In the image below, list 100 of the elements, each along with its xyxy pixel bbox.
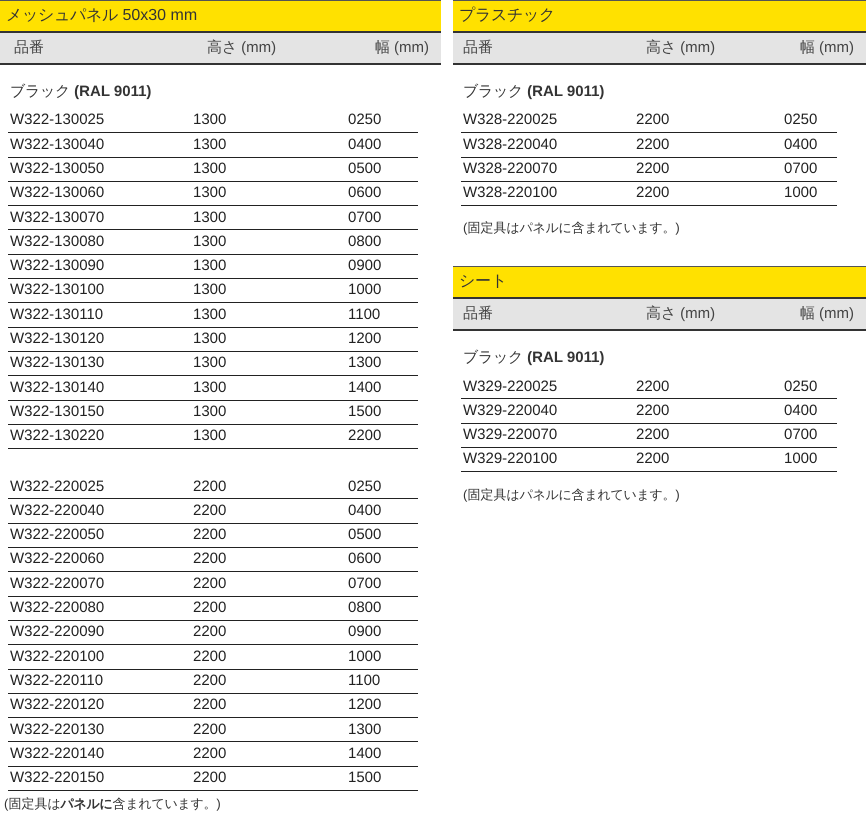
table-cell-text: W329-220070 bbox=[462, 425, 558, 446]
table-cell-text: W328-220025 bbox=[462, 110, 558, 130]
table-cell-text: 1000 bbox=[784, 183, 818, 204]
column-header: 幅 (mm) bbox=[374, 38, 430, 58]
table-cell-text: 1200 bbox=[348, 329, 382, 350]
table-cell-text: 0900 bbox=[348, 256, 382, 276]
table-cell-text: 2200 bbox=[193, 744, 228, 764]
table-cell-text: W322-130100 bbox=[9, 280, 106, 300]
section-title-bar: シート bbox=[453, 266, 866, 300]
table-cell-text: W322-220100 bbox=[9, 646, 106, 667]
table-cell-text: 1300 bbox=[193, 378, 228, 398]
table-cell-text: W328-220070 bbox=[462, 158, 558, 179]
table-cell-text: W322-220040 bbox=[9, 500, 106, 521]
table-cell-text: W322-220150 bbox=[9, 768, 106, 788]
table-cell-text: W328-220040 bbox=[462, 134, 558, 155]
column-header: 品番 bbox=[14, 38, 45, 58]
table-cell-text: 0400 bbox=[348, 134, 382, 155]
table-cell-text: 2200 bbox=[193, 646, 228, 667]
table-cell-text: 0800 bbox=[348, 232, 382, 252]
table-cell-text: 1300 bbox=[193, 329, 228, 350]
table-cell-text: 1300 bbox=[193, 158, 228, 179]
table-cell-text: 1300 bbox=[193, 208, 228, 228]
note-text: (固定具はパネルに含まれています。) bbox=[463, 486, 680, 504]
table-cell-text: 1100 bbox=[348, 304, 382, 325]
table-cell-text: 1300 bbox=[348, 720, 382, 740]
table-cell-text: 1400 bbox=[348, 744, 382, 764]
table-cell-text: W322-130120 bbox=[9, 329, 106, 350]
table-cell-text: 0250 bbox=[784, 110, 818, 130]
table-cell-text: 1200 bbox=[348, 695, 382, 716]
column-header: 品番 bbox=[463, 38, 494, 58]
table-cell-text: 2200 bbox=[636, 183, 670, 204]
table-cell-text: W322-130060 bbox=[9, 183, 106, 204]
table-cell-text: 1300 bbox=[193, 426, 228, 446]
table-cell-text: 1100 bbox=[348, 670, 382, 691]
table-cell-text: 2200 bbox=[193, 720, 228, 740]
table-cell-text: W329-220025 bbox=[462, 376, 558, 397]
table-cell-text: W322-220120 bbox=[9, 695, 106, 716]
table-cell-text: 0500 bbox=[348, 525, 382, 546]
table-cell-text: 2200 bbox=[193, 622, 228, 642]
table-cell-text: 1000 bbox=[348, 646, 382, 667]
table-cell-text: W322-130080 bbox=[9, 232, 106, 252]
color-label: ブラック (RAL 9011) bbox=[463, 82, 604, 102]
table-cell-text: 1300 bbox=[193, 353, 228, 374]
table-cell-text: W322-130025 bbox=[9, 110, 106, 130]
note-text: (固定具はパネルに含まれています。) bbox=[463, 219, 680, 238]
table-cell-text: 2200 bbox=[636, 400, 670, 421]
table-cell-text: 2200 bbox=[636, 158, 670, 179]
table-cell-text: 0250 bbox=[784, 376, 818, 397]
table-cell-text: W322-220060 bbox=[9, 549, 106, 570]
table-cell-text: W322-130130 bbox=[9, 353, 106, 374]
table-cell-text: 0500 bbox=[348, 158, 382, 179]
table-cell-text: W322-130040 bbox=[9, 134, 106, 155]
table-cell-text: 1300 bbox=[193, 183, 228, 204]
color-label: ブラック (RAL 9011) bbox=[463, 348, 604, 368]
table-cell-text: 2200 bbox=[348, 426, 382, 446]
table-cell-text: 1300 bbox=[348, 353, 382, 374]
table-cell-text: 0400 bbox=[784, 400, 818, 421]
table-cell-text: W329-220100 bbox=[462, 449, 558, 470]
column-header: 高さ (mm) bbox=[646, 304, 716, 324]
table-cell-text: 2200 bbox=[636, 449, 670, 470]
table-cell-text: 2200 bbox=[193, 768, 228, 788]
note-text: (固定具はパネルに含まれています。) bbox=[4, 795, 221, 814]
table-cell-text: 0600 bbox=[348, 183, 382, 204]
section-title-bar: メッシュパネル 50x30 mm bbox=[0, 0, 441, 33]
table-cell-text: 0400 bbox=[348, 500, 382, 521]
table-cell-text: 0700 bbox=[784, 158, 818, 179]
table-cell-text: 2200 bbox=[636, 110, 670, 130]
table-cell-text: 2200 bbox=[636, 425, 670, 446]
table-cell-text: 2200 bbox=[193, 598, 228, 618]
table-cell-text: 0700 bbox=[348, 574, 382, 594]
table-cell-text: W322-130110 bbox=[9, 304, 104, 325]
table-cell-text: 2200 bbox=[636, 134, 670, 155]
table-cell-text: 1000 bbox=[348, 280, 382, 300]
table-cell-text: W328-220100 bbox=[462, 183, 558, 204]
table-cell-text: 0250 bbox=[348, 110, 382, 130]
table-cell-text: 2200 bbox=[636, 376, 670, 397]
table-cell-text: 1300 bbox=[193, 402, 228, 422]
table-cell-text: W322-220110 bbox=[9, 670, 104, 691]
column-header: 品番 bbox=[463, 304, 494, 324]
table-cell-text: W322-130070 bbox=[9, 208, 106, 228]
table-cell-text: 1300 bbox=[193, 134, 228, 155]
table-cell-text: 1500 bbox=[348, 402, 382, 422]
table-cell-text: 1300 bbox=[193, 256, 228, 276]
table-cell-text: W322-130150 bbox=[9, 402, 106, 422]
table-cell-text: 2200 bbox=[193, 574, 228, 594]
table-cell-text: W322-220025 bbox=[9, 476, 106, 497]
table-cell-text: 1000 bbox=[784, 449, 818, 470]
table-cell-text: W322-220070 bbox=[9, 574, 106, 594]
table-cell-text: 0800 bbox=[348, 598, 382, 618]
table-cell-text: W322-130140 bbox=[9, 378, 106, 398]
table-cell-text: 2200 bbox=[193, 500, 228, 521]
table-cell-text: 0700 bbox=[784, 425, 818, 446]
column-header: 幅 (mm) bbox=[800, 304, 855, 324]
table-cell-text: W322-220090 bbox=[9, 622, 106, 642]
table-cell-text: W322-130050 bbox=[9, 158, 106, 179]
table-cell-text: 1300 bbox=[193, 280, 228, 300]
table-cell-text: W329-220040 bbox=[462, 400, 558, 421]
table-cell-text: W322-220130 bbox=[9, 720, 106, 740]
column-header: 高さ (mm) bbox=[646, 38, 716, 58]
table-cell-text: 2200 bbox=[193, 695, 228, 716]
